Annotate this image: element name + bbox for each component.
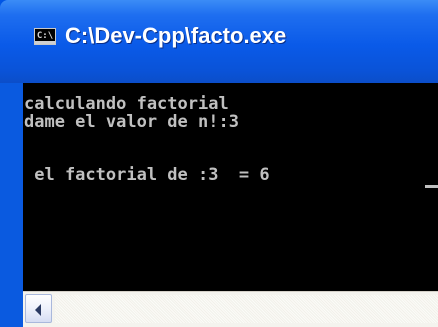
console-window-icon[interactable]: C:\ xyxy=(34,28,56,45)
window-title: C:\Dev-Cpp\facto.exe xyxy=(65,23,287,48)
arrow-left-icon xyxy=(35,304,41,316)
text-cursor xyxy=(425,185,438,188)
console-line: calculando factorial xyxy=(24,94,229,114)
console-line: el factorial de :3 = 6 xyxy=(24,165,280,185)
scroll-left-button[interactable] xyxy=(25,294,52,323)
window-left-border xyxy=(0,83,23,327)
title-bar[interactable]: C:\ C:\Dev-Cpp\facto.exe xyxy=(0,0,438,83)
scrollbar-track[interactable] xyxy=(55,295,438,323)
console-line: dame el valor de n!:3 xyxy=(24,112,239,132)
console-window: C:\ C:\Dev-Cpp\facto.exe calculando fact… xyxy=(0,0,438,327)
horizontal-scrollbar[interactable] xyxy=(23,291,438,327)
console-output[interactable]: calculando factorial dame el valor de n!… xyxy=(23,83,438,291)
